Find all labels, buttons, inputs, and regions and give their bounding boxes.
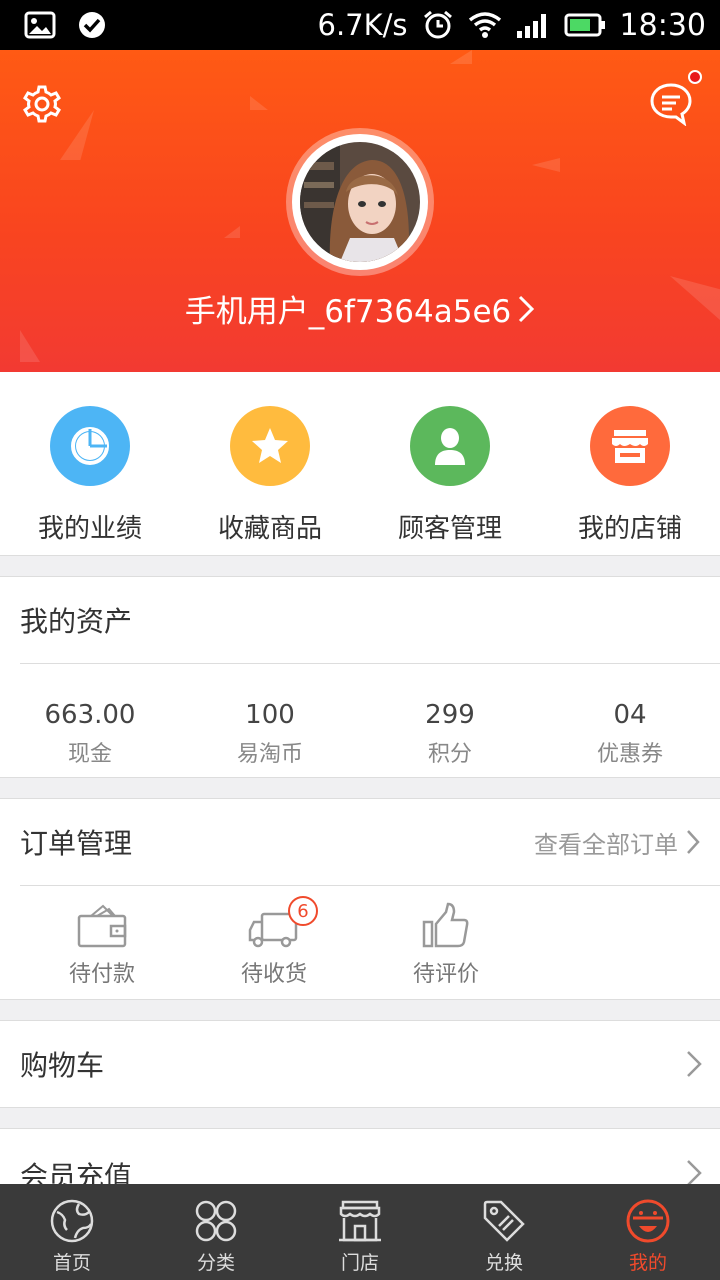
thumbs-up-icon xyxy=(422,902,469,948)
profile-header: 手机用户_6f7364a5e6 xyxy=(0,50,720,372)
nav-mine[interactable]: 我的 xyxy=(576,1184,720,1280)
asset-coins[interactable]: 100 易淘币 xyxy=(180,664,360,776)
asset-points[interactable]: 299 积分 xyxy=(360,664,540,776)
nav-exchange[interactable]: 兑换 xyxy=(432,1184,576,1280)
quick-item-label: 收藏商品 xyxy=(217,514,322,544)
alarm-icon xyxy=(423,10,452,39)
quick-item-my-store[interactable]: 我的店铺 xyxy=(540,372,720,555)
avatar xyxy=(300,142,420,262)
order-status-label: 待评价 xyxy=(412,962,479,987)
clock-time: 18:30 xyxy=(619,7,706,43)
decor-triangle xyxy=(224,226,240,238)
messages-button[interactable] xyxy=(648,80,694,127)
gear-icon xyxy=(23,85,61,123)
nav-label: 分类 xyxy=(196,1252,235,1274)
person-icon xyxy=(410,406,490,486)
nav-label: 兑换 xyxy=(484,1252,523,1274)
grid-icon xyxy=(195,1200,237,1242)
bottom-nav: 首页 分类 门店 兑换 我的 xyxy=(0,1184,720,1280)
gallery-notification-icon xyxy=(24,11,56,39)
decor-triangle xyxy=(20,330,40,362)
nav-label: 我的 xyxy=(628,1252,667,1274)
pie-chart-icon xyxy=(50,406,130,486)
nav-home[interactable]: 首页 xyxy=(0,1184,144,1280)
orders-title: 订单管理 xyxy=(20,827,133,860)
asset-value: 299 xyxy=(425,700,475,730)
assets-card: 我的资产 663.00 现金 100 易淘币 299 积分 04 优惠券 xyxy=(0,576,720,778)
quick-item-label: 我的店铺 xyxy=(577,514,682,544)
smile-icon xyxy=(626,1199,670,1243)
assets-title: 我的资产 xyxy=(20,605,133,638)
nav-store[interactable]: 门店 xyxy=(288,1184,432,1280)
settings-button[interactable] xyxy=(20,82,64,126)
asset-label: 优惠券 xyxy=(596,742,663,767)
quick-item-favorites[interactable]: 收藏商品 xyxy=(180,372,360,555)
network-speed: 6.7K/s xyxy=(317,8,408,42)
order-pending-payment[interactable]: 待付款 xyxy=(16,886,188,998)
star-icon xyxy=(230,406,310,486)
asset-label: 现金 xyxy=(67,742,112,767)
order-pending-review[interactable]: 待评价 xyxy=(360,886,532,998)
unread-dot xyxy=(688,70,702,84)
quick-item-customers[interactable]: 顾客管理 xyxy=(360,372,540,555)
nav-label: 首页 xyxy=(52,1252,91,1274)
wallet-icon xyxy=(77,904,127,948)
nav-category[interactable]: 分类 xyxy=(144,1184,288,1280)
status-bar: 6.7K/s 18:30 xyxy=(0,0,720,50)
nav-label: 门店 xyxy=(340,1252,379,1274)
decor-triangle xyxy=(60,110,94,160)
asset-label: 积分 xyxy=(427,742,472,767)
order-status-label: 待收货 xyxy=(240,962,307,987)
shop-icon xyxy=(339,1200,381,1242)
chat-bubble-icon xyxy=(650,83,692,127)
asset-value: 04 xyxy=(613,700,647,730)
asset-coupons[interactable]: 04 优惠券 xyxy=(540,664,720,776)
view-all-orders-link[interactable]: 查看全部订单 xyxy=(534,825,700,860)
asset-label: 易淘币 xyxy=(236,742,303,767)
orders-card: 订单管理 查看全部订单 待付款 待收货 6 待评价 xyxy=(0,798,720,1000)
chevron-right-icon xyxy=(687,1051,702,1077)
decor-triangle xyxy=(250,96,268,110)
view-all-orders-label: 查看全部订单 xyxy=(534,830,678,859)
asset-value: 663.00 xyxy=(44,700,136,730)
chevron-right-icon xyxy=(687,1160,702,1186)
battery-icon xyxy=(564,13,605,37)
cart-row[interactable]: 购物车 xyxy=(0,1020,720,1108)
globe-icon xyxy=(50,1199,94,1243)
quick-menu: 我的业绩 收藏商品 顾客管理 我的店铺 xyxy=(0,372,720,556)
order-status-label: 待付款 xyxy=(68,962,135,987)
cart-label: 购物车 xyxy=(20,1049,105,1082)
asset-cash[interactable]: 663.00 现金 xyxy=(0,664,180,776)
avatar-frame[interactable] xyxy=(286,128,434,276)
check-notification-icon xyxy=(79,12,105,38)
username: 手机用户_6f7364a5e6 xyxy=(184,294,512,330)
tag-icon xyxy=(483,1200,525,1242)
username-link[interactable]: 手机用户_6f7364a5e6 xyxy=(0,286,720,331)
wifi-icon xyxy=(468,12,501,38)
order-count-badge: 6 xyxy=(288,896,318,926)
quick-item-performance[interactable]: 我的业绩 xyxy=(0,372,180,555)
store-icon xyxy=(590,406,670,486)
quick-item-label: 顾客管理 xyxy=(397,514,502,544)
signal-icon xyxy=(516,14,546,38)
asset-value: 100 xyxy=(245,700,295,730)
order-pending-receipt[interactable]: 待收货 6 xyxy=(188,886,360,998)
decor-triangle xyxy=(450,50,472,64)
decor-triangle xyxy=(532,158,560,172)
chevron-right-icon xyxy=(687,830,700,854)
quick-item-label: 我的业绩 xyxy=(37,514,142,544)
chevron-right-icon xyxy=(519,295,535,322)
